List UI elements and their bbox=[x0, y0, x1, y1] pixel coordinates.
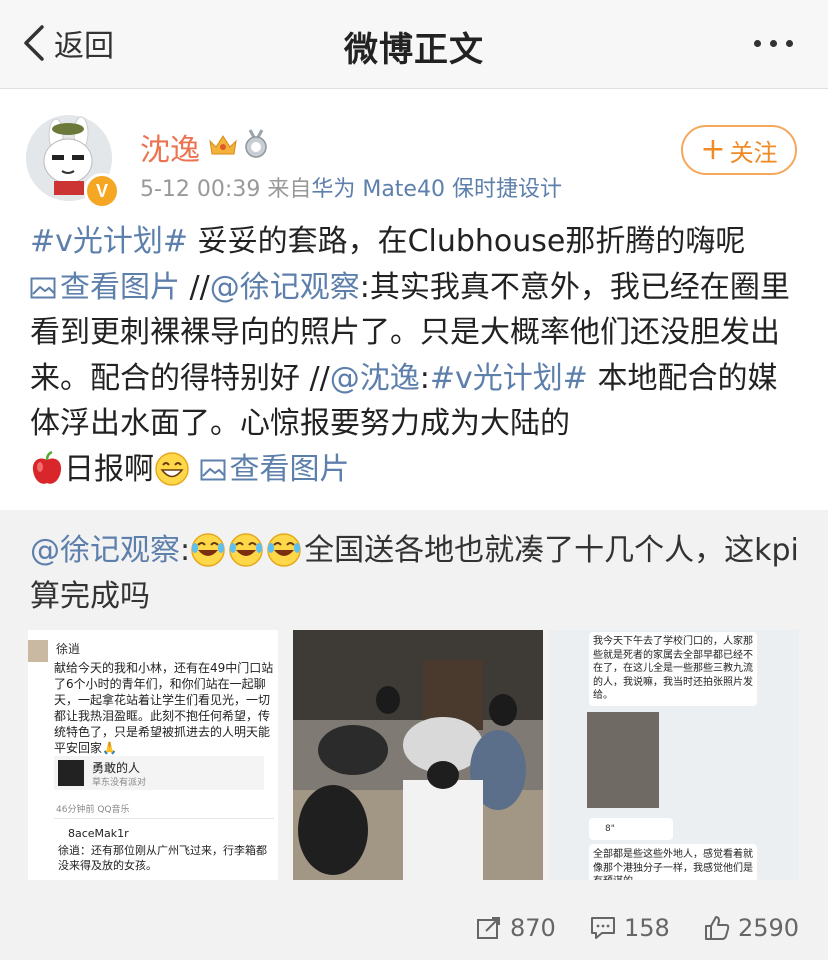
repost-count: 870 bbox=[510, 914, 556, 942]
device-link[interactable]: 华为 Mate40 保时捷设计 bbox=[311, 177, 562, 202]
topic-link[interactable]: #v光计划# bbox=[430, 361, 588, 396]
repost-icon bbox=[477, 917, 500, 939]
follow-label: 关注 bbox=[729, 138, 778, 167]
song-artist: 草东没有派对 bbox=[92, 778, 147, 788]
thumb-time: 46分钟前 QQ音乐 bbox=[56, 805, 130, 815]
action-bar: 870 158 2590 bbox=[0, 900, 828, 956]
view-image-link[interactable]: 查看图片 bbox=[30, 270, 180, 305]
author-name[interactable]: 沈逸 bbox=[140, 125, 200, 169]
chat-photo bbox=[587, 712, 659, 808]
medal-icon bbox=[245, 129, 267, 158]
follow-button[interactable]: + 关注 bbox=[681, 125, 797, 175]
page-title: 微博正文 bbox=[344, 30, 484, 70]
post-meta: 5-12 00:39 来自华为 Mate40 保时捷设计 bbox=[140, 171, 562, 203]
thumb-text: 献给今天的我和小林，还有在49中门口站了6个小时的青年们，和你们站在一起聊天，一… bbox=[54, 661, 274, 755]
image-thumbnail-2[interactable] bbox=[293, 630, 543, 880]
repost-button[interactable]: 870 bbox=[476, 910, 556, 946]
nav-bar: 返回 微博正文 bbox=[0, 0, 828, 89]
chat-text: 我今天下午去了学校门口的，人家那些就是死者的家属去全部早都已经不在了，在这儿全是… bbox=[593, 636, 753, 701]
view-image-label: 查看图片 bbox=[60, 269, 180, 305]
crowd-photo bbox=[293, 630, 543, 880]
more-button[interactable] bbox=[754, 28, 804, 58]
image-icon bbox=[30, 277, 56, 299]
post-text-segment: 妥妥的套路，在Clubhouse那折腾的嗨呢 bbox=[188, 224, 746, 259]
repost-body: @徐记观察: 全国送各地也就凑了十几个人，这kpi算完成吗 bbox=[30, 528, 800, 619]
mention-link[interactable]: @徐记观察 bbox=[210, 270, 360, 305]
colon: : bbox=[180, 533, 191, 568]
laugh-cry-emoji-icon bbox=[191, 533, 225, 567]
chat-bubble: 我今天下午去了学校门口的，人家那些就是死者的家属去全部早都已经不在了，在这儿全是… bbox=[589, 632, 757, 706]
laugh-cry-emoji-icon bbox=[267, 533, 301, 567]
chat-text: 全部都是些这些外地人，感觉看着就像那个港独分子一样，我感觉他们是有预谋的 bbox=[593, 849, 753, 880]
weibo-post: V 沈逸 5-12 00:39 来自华为 Mate40 保时捷设计 + 关注 #v… bbox=[0, 89, 828, 510]
more-dot-icon bbox=[786, 39, 793, 47]
mention-link[interactable]: @徐记观察 bbox=[30, 533, 180, 568]
reply-user: 8aceMak1r bbox=[68, 827, 129, 840]
verified-badge-icon: V bbox=[84, 173, 120, 209]
reposted-content[interactable]: @徐记观察: 全国送各地也就凑了十几个人，这kpi算完成吗 徐逍 献给今天的我和小… bbox=[0, 510, 828, 960]
topic-link[interactable]: #v光计划# bbox=[30, 224, 188, 259]
comment-button[interactable]: 158 bbox=[590, 910, 670, 946]
chat-bubble: 全部都是些这些外地人，感觉看着就像那个港独分子一样，我感觉他们是有预谋的 bbox=[589, 844, 757, 880]
view-image-link[interactable]: 查看图片 bbox=[200, 452, 350, 487]
comment-count: 158 bbox=[624, 914, 670, 942]
vip-crown-icon bbox=[209, 135, 237, 155]
laugh-cry-emoji-icon bbox=[229, 533, 263, 567]
music-card: 勇敢的人 草东没有派对 bbox=[54, 756, 264, 790]
view-image-label: 查看图片 bbox=[229, 451, 350, 487]
song-title: 勇敢的人 bbox=[92, 761, 141, 775]
post-text-segment: 日报啊 bbox=[64, 451, 154, 487]
separator: // bbox=[180, 269, 210, 305]
more-dot-icon bbox=[754, 39, 761, 47]
voice-message: 8" bbox=[589, 818, 673, 840]
post-body: #v光计划# 妥妥的套路，在Clubhouse那折腾的嗨呢 查看图片 //@徐记观… bbox=[30, 219, 800, 493]
more-dot-icon bbox=[770, 39, 777, 47]
image-thumbnail-3[interactable]: 我今天下午去了学校门口的，人家那些就是死者的家属去全部早都已经不在了，在这儿全是… bbox=[549, 630, 799, 880]
grin-emoji-icon bbox=[155, 452, 189, 486]
colon: : bbox=[419, 360, 430, 396]
image-icon bbox=[200, 459, 226, 481]
avatar bbox=[28, 640, 48, 662]
mention-link[interactable]: @沈逸 bbox=[330, 361, 420, 396]
source-prefix: 来自 bbox=[267, 177, 312, 202]
post-time: 5-12 00:39 bbox=[140, 177, 261, 202]
like-count: 2590 bbox=[738, 914, 800, 942]
apple-emoji-icon bbox=[32, 450, 62, 484]
comment-icon bbox=[591, 917, 615, 939]
thumb-author: 徐逍 bbox=[56, 642, 81, 656]
image-thumbnail-1[interactable]: 徐逍 献给今天的我和小林，还有在49中门口站了6个小时的青年们，和你们站在一起聊… bbox=[28, 630, 278, 880]
avatar[interactable]: V bbox=[26, 115, 120, 209]
like-button[interactable]: 2590 bbox=[704, 910, 799, 946]
thumb-reply: 8aceMak1r 徐逍：还有那位刚从广州飞过来，行李箱都没来得及放的女孩。 bbox=[54, 818, 274, 880]
album-cover bbox=[58, 760, 84, 786]
thumbs-up-icon bbox=[705, 916, 730, 940]
plus-icon: + bbox=[700, 132, 726, 167]
reply-text: 徐逍：还有那位刚从广州飞过来，行李箱都没来得及放的女孩。 bbox=[58, 844, 267, 872]
